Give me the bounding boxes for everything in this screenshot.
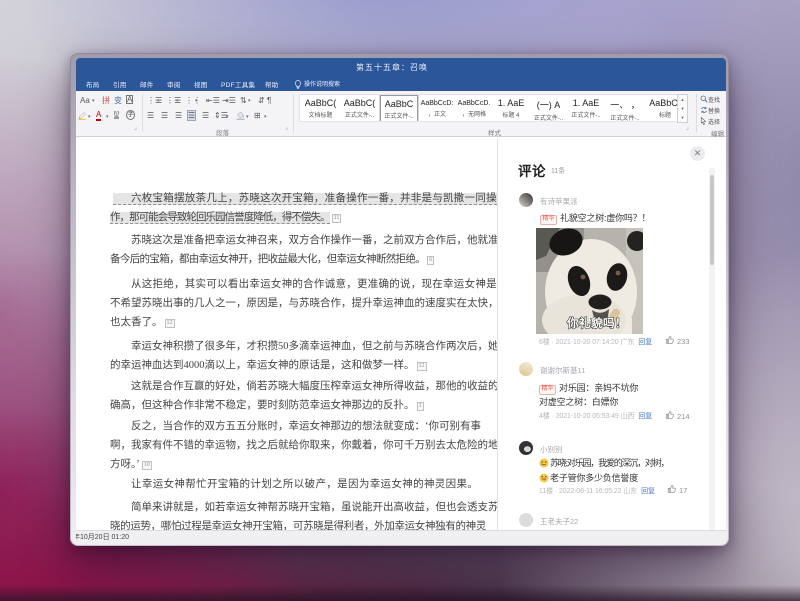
svg-text:你礼貌吗！: 你礼貌吗！ (566, 316, 627, 330)
